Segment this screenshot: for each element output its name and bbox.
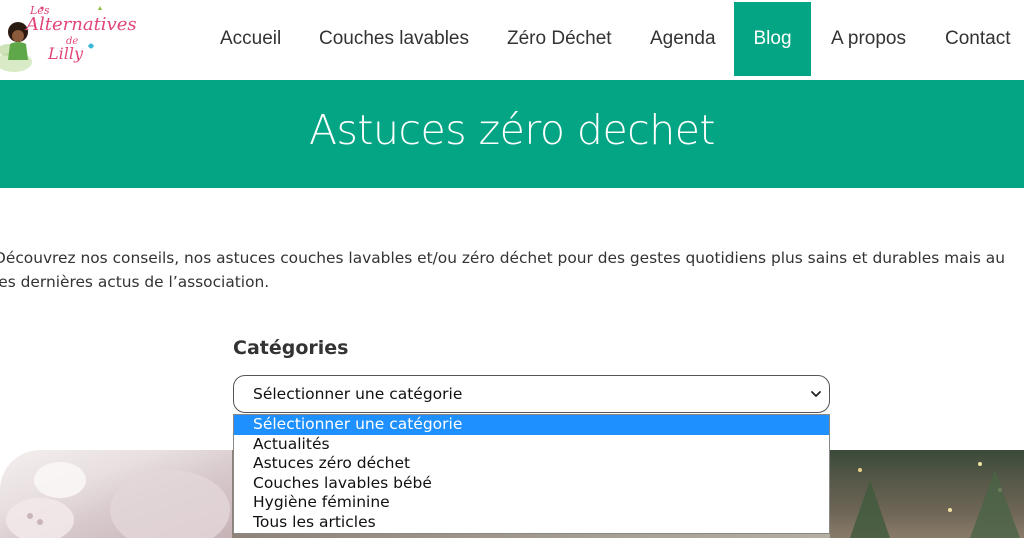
category-option-tous[interactable]: Tous les articles xyxy=(234,513,829,533)
article-photo-3 xyxy=(850,462,1020,538)
nav-a-propos[interactable]: A propos xyxy=(831,2,906,76)
hero-banner: Astuces zéro dechet xyxy=(0,80,1024,188)
category-dropdown-list: Sélectionner une catégorie Actualités As… xyxy=(233,414,830,534)
page-title: Astuces zéro dechet xyxy=(308,106,716,154)
site-header: Les Alternatives de Lilly Accueil Couche… xyxy=(0,0,1024,80)
nav-contact[interactable]: Contact xyxy=(945,2,1010,76)
site-logo[interactable]: Les Alternatives de Lilly xyxy=(0,0,137,80)
logo-illustration-icon xyxy=(0,6,102,72)
category-option-couches[interactable]: Couches lavables bébé xyxy=(234,474,829,494)
nav-zero-dechet[interactable]: Zéro Déchet xyxy=(507,2,612,76)
main-nav: Accueil Couches lavables Zéro Déchet Age… xyxy=(200,0,1024,80)
nav-accueil[interactable]: Accueil xyxy=(220,2,281,76)
nav-agenda[interactable]: Agenda xyxy=(650,2,716,76)
nav-couches-lavables[interactable]: Couches lavables xyxy=(319,2,469,76)
article-image-1[interactable] xyxy=(0,450,232,538)
category-option-hygiene[interactable]: Hygiène féminine xyxy=(234,493,829,513)
category-option-astuces[interactable]: Astuces zéro déchet xyxy=(234,454,829,474)
categories-heading: Catégories xyxy=(233,337,349,359)
article-photo-1 xyxy=(6,462,230,538)
category-select-value: Sélectionner une catégorie xyxy=(253,385,463,403)
category-option-select[interactable]: Sélectionner une catégorie xyxy=(234,415,829,435)
chevron-down-icon xyxy=(811,391,821,397)
intro-line-2: les dernières actus de l’association. xyxy=(0,273,270,291)
intro-text: Découvrez nos conseils, nos astuces couc… xyxy=(0,246,1024,294)
article-image-3[interactable] xyxy=(830,450,1024,538)
intro-line-1: Découvrez nos conseils, nos astuces couc… xyxy=(0,249,1005,267)
logo-text-alternatives: Alternatives xyxy=(26,14,137,35)
nav-blog[interactable]: Blog xyxy=(734,2,811,76)
logo-text-lilly: Lilly xyxy=(48,44,84,63)
category-select[interactable]: Sélectionner une catégorie xyxy=(233,375,830,413)
category-option-actualites[interactable]: Actualités xyxy=(234,435,829,455)
